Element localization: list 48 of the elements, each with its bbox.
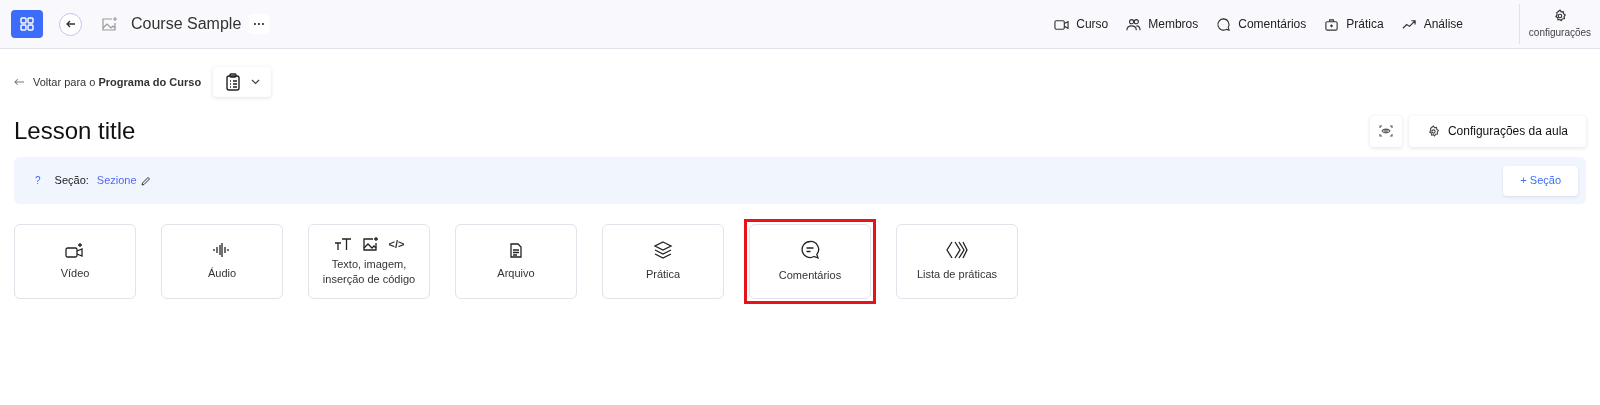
content-type-tile[interactable]: Prática [602, 224, 724, 299]
briefcase-icon [1324, 16, 1340, 32]
settings-button[interactable]: configurações [1520, 8, 1600, 40]
more-button[interactable]: ··· [249, 14, 270, 34]
back-link[interactable]: Voltar para o Programa do Curso [14, 73, 202, 91]
image-add-icon [101, 16, 118, 32]
settings-icon [1426, 124, 1440, 138]
section-name[interactable]: Sezione [96, 172, 137, 189]
nav-link[interactable]: Análise [1401, 15, 1463, 33]
content-type-tile[interactable]: Áudio [161, 224, 283, 299]
content-type-tile[interactable]: Comentários [749, 224, 871, 299]
back-arrow-icon [14, 77, 25, 87]
back-button[interactable] [59, 12, 82, 36]
content-type-tile[interactable]: Arquivo [455, 224, 577, 299]
nav-link[interactable]: Curso [1054, 15, 1109, 33]
chevron-down-icon [250, 79, 260, 85]
content-type-tile[interactable]: Lista de práticas [896, 224, 1018, 299]
grid-icon [19, 16, 35, 32]
settings-icon [1553, 8, 1567, 23]
clipboard-icon [224, 73, 241, 91]
edit-icon[interactable] [140, 175, 151, 186]
image-add-icon [361, 236, 379, 252]
lesson-settings-button[interactable]: Configurações da aula [1408, 115, 1586, 147]
nav-link[interactable]: Comentários [1216, 15, 1307, 33]
chat-bubble-icon [1216, 16, 1232, 32]
nav-link[interactable]: Prática [1324, 15, 1384, 33]
layers-icon [653, 241, 673, 259]
code-glyph: </> [388, 236, 405, 252]
section-label: Seção: [54, 173, 89, 189]
nav-link[interactable]: Membros [1126, 15, 1199, 33]
eye-icon [1378, 125, 1393, 137]
video-camera-icon [65, 242, 85, 258]
lesson-title: Lesson title [14, 116, 136, 146]
help-mark: ? [35, 174, 41, 188]
lesson-type-dropdown[interactable] [213, 67, 272, 97]
sound-wave-icon [212, 242, 232, 258]
content-type-tile[interactable]: Vídeo [14, 224, 136, 299]
comment-icon [800, 240, 820, 260]
chevrons-icon [946, 241, 968, 259]
document-icon [510, 242, 522, 258]
add-section-button[interactable]: + Seção [1503, 165, 1578, 196]
content-type-tile[interactable]: </> Texto, imagem, inserção de código [308, 224, 430, 299]
people-icon [1126, 16, 1142, 32]
preview-button[interactable] [1369, 115, 1402, 147]
back-arrow-icon [64, 18, 77, 30]
course-title: Course Sample [131, 14, 242, 34]
apps-button[interactable] [11, 10, 43, 38]
text-size-icon [333, 238, 352, 250]
